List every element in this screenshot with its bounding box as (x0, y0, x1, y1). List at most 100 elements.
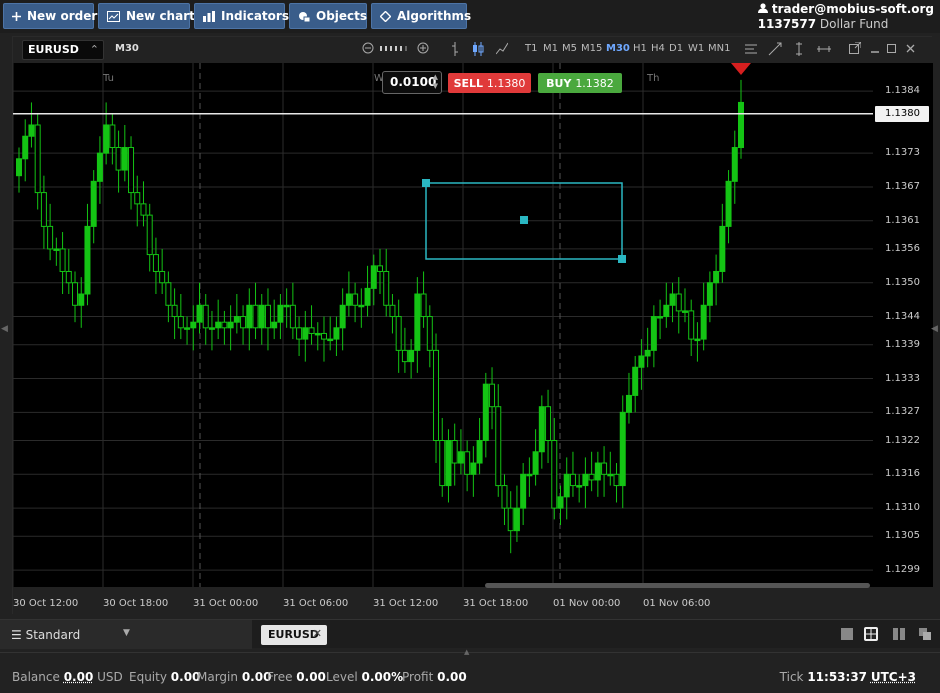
candle (650, 316, 657, 351)
order-lines-icon[interactable] (745, 42, 759, 59)
menu-icon: ☰ (11, 628, 22, 642)
day-label: Tu (102, 73, 114, 84)
symbol-selector[interactable]: EURUSD ⌃ (22, 40, 104, 60)
candle (383, 270, 390, 306)
candle (632, 366, 639, 396)
tf-w1[interactable]: W1 (688, 43, 704, 54)
price-axis[interactable]: 1.1384 1.1373 1.1367 1.1361 1.1356 1.1350 1.13… (873, 63, 933, 587)
timezone-selector[interactable]: UTC+3 (871, 670, 916, 684)
candle (576, 485, 583, 488)
sell-label: SELL (453, 76, 484, 90)
line-type-icon[interactable] (495, 42, 509, 59)
left-panel-arrow-icon[interactable]: ◀ (1, 324, 8, 334)
right-panel-arrow-icon[interactable]: ◀ (931, 324, 938, 334)
symbol-tab[interactable]: EURUSD ✕ (261, 625, 327, 645)
maximize-icon[interactable] (887, 42, 897, 57)
candlestick-plot[interactable]: Tu W Th (13, 63, 873, 587)
account-info[interactable]: trader@mobius-soft.org 1137577 Dollar Fu… (757, 2, 934, 31)
layout-single-icon[interactable] (840, 627, 854, 641)
algorithms-button[interactable]: Algorithms (371, 3, 471, 29)
collapse-panel-icon[interactable]: ▲ (464, 648, 469, 656)
time-tick-label: 31 Oct 00:00 (193, 598, 259, 609)
balance: Balance 0.00 USD (12, 670, 123, 684)
tf-m1[interactable]: M1 (543, 43, 558, 54)
chart-tabs-bar: ☰ Standard ▼ EURUSD ✕ (0, 619, 940, 649)
tf-mn1[interactable]: MN1 (708, 43, 730, 54)
layout-columns-icon[interactable] (892, 627, 906, 641)
candle (221, 321, 228, 329)
candle (706, 282, 713, 306)
price-tick-label: 1.1327 (885, 406, 920, 418)
horizontal-line-icon[interactable] (817, 42, 831, 59)
plus-icon (12, 11, 21, 21)
candle (128, 147, 135, 194)
rectangle-handle (618, 255, 626, 263)
candle (731, 147, 738, 182)
quantity-value: 0.0100 (390, 75, 437, 89)
tf-t1[interactable]: T1 (525, 43, 537, 54)
candle (264, 304, 271, 329)
new-chart-button[interactable]: New chart (98, 3, 195, 29)
quantity-input[interactable]: 0.0100 ▲ ▼ (382, 71, 442, 94)
price-tick-label: 1.1299 (885, 564, 920, 576)
close-icon[interactable] (906, 42, 916, 57)
chart-scrollbar[interactable] (485, 583, 870, 588)
tf-d1[interactable]: D1 (669, 43, 683, 54)
candle (78, 293, 85, 306)
candle (352, 293, 359, 306)
time-axis[interactable]: 30 Oct 12:00 30 Oct 18:00 31 Oct 00:00 31 O… (13, 587, 933, 615)
new-order-button[interactable]: New order (3, 3, 97, 29)
candle (53, 248, 60, 251)
candle (713, 270, 720, 284)
candle (719, 225, 726, 272)
tf-h1[interactable]: H1 (633, 43, 647, 54)
candle (215, 321, 222, 329)
bar-type-icon[interactable] (451, 42, 459, 59)
candle (625, 394, 632, 413)
profit-label: Profit (402, 670, 434, 684)
tf-m15[interactable]: M15 (581, 43, 602, 54)
candle (240, 316, 247, 329)
indicators-button[interactable]: Indicators (194, 3, 289, 29)
candle (507, 507, 514, 532)
candle (495, 406, 502, 487)
candle (582, 473, 589, 487)
buy-button[interactable]: BUY 1.1382 (538, 73, 622, 93)
layout-selector[interactable]: ☰ Standard ▼ (0, 620, 252, 649)
tick-label: Tick (779, 670, 804, 684)
free-margin: Free 0.00 (267, 670, 326, 684)
candle (296, 327, 303, 340)
zoom-slider[interactable] (380, 42, 410, 57)
tf-m30[interactable]: M30 (606, 43, 630, 54)
zoom-in-icon[interactable] (417, 42, 429, 57)
trend-line-icon[interactable] (768, 42, 782, 59)
candle (545, 406, 552, 442)
candle (339, 304, 346, 329)
candle (345, 293, 352, 306)
layout-grid-icon[interactable] (864, 627, 878, 641)
zoom-out-icon[interactable] (362, 42, 374, 57)
account-name: Dollar Fund (819, 17, 889, 31)
layout-cascade-icon[interactable] (918, 627, 932, 641)
candle (28, 124, 35, 137)
candle (619, 411, 626, 487)
level-value: 0.00% (361, 670, 404, 684)
minimize-icon[interactable] (870, 42, 880, 57)
candle (65, 270, 72, 284)
price-tick-label: 1.1361 (885, 214, 920, 226)
tf-m5[interactable]: M5 (562, 43, 577, 54)
spinner-icon[interactable]: ▲ ▼ (433, 73, 438, 91)
tf-h4[interactable]: H4 (651, 43, 665, 54)
close-tab-icon[interactable]: ✕ (313, 627, 322, 640)
vertical-line-icon[interactable] (795, 42, 803, 59)
candlestick-type-icon[interactable] (472, 42, 484, 59)
price-tick-label: 1.1344 (885, 310, 920, 322)
candle (601, 462, 608, 475)
profit: Profit 0.00 (402, 670, 467, 684)
detach-icon[interactable] (849, 41, 862, 57)
objects-button[interactable]: Objects (289, 3, 367, 29)
account-user: trader@mobius-soft.org (771, 2, 934, 16)
day-label: Th (646, 73, 659, 84)
sell-button[interactable]: SELL 1.1380 (448, 73, 531, 93)
buy-price: 1.1382 (575, 76, 614, 90)
